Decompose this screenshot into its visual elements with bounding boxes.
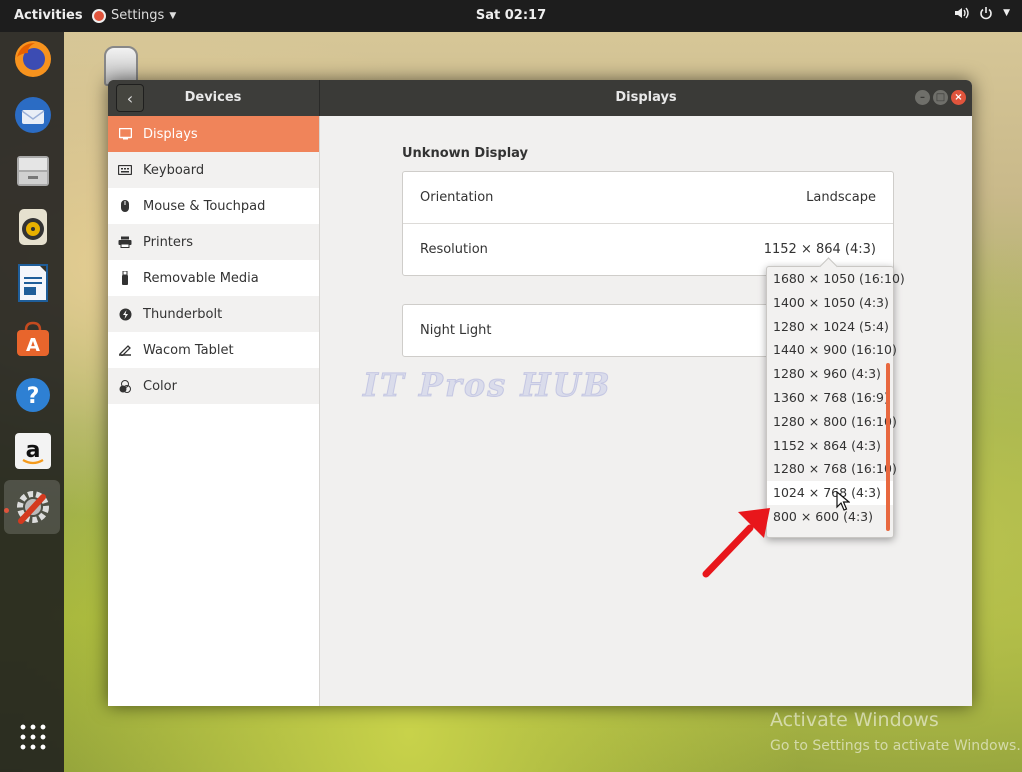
title-bar[interactable]: ‹ Devices Displays – □ × [108, 80, 972, 116]
dock: A ? a [0, 32, 64, 772]
top-bar: Activities Settings ▼ Sat 02:17 ▼ [0, 0, 1022, 32]
minimize-button[interactable]: – [915, 90, 930, 105]
sidebar-title: Devices [184, 90, 242, 105]
resolution-options: 1680 × 1050 (16:10) 1400 × 1050 (4:3) 1280… [767, 267, 905, 529]
resolution-option[interactable]: 800 × 600 (4:3) [767, 505, 893, 529]
sidebar-item-label: Printers [143, 234, 194, 250]
resolution-option[interactable]: 1280 × 1024 (5:4) [767, 315, 893, 339]
writer-icon[interactable] [12, 262, 54, 304]
power-icon [980, 7, 992, 20]
resolution-option[interactable]: 1360 × 768 (16:9) [767, 386, 893, 410]
resolution-dropdown: 1680 × 1050 (16:10) 1400 × 1050 (4:3) 1280… [766, 266, 905, 538]
sidebar-item-label: Wacom Tablet [143, 342, 234, 358]
display-name-heading: Unknown Display [402, 146, 529, 161]
sidebar-item-wacom-tablet[interactable]: Wacom Tablet [108, 332, 319, 368]
sidebar-item-displays[interactable]: Displays [108, 116, 319, 152]
resolution-option[interactable]: 1152 × 864 (4:3) [767, 434, 893, 458]
sidebar-item-thunderbolt[interactable]: Thunderbolt [108, 296, 319, 332]
resolution-option[interactable]: 1280 × 960 (4:3) [767, 362, 893, 386]
annotation-arrow [702, 508, 770, 578]
resolution-value: 1152 × 864 (4:3) [763, 241, 876, 257]
keyboard-icon [118, 164, 132, 176]
rhythmbox-icon[interactable] [12, 206, 54, 248]
sidebar-item-mouse-touchpad[interactable]: Mouse & Touchpad [108, 188, 319, 224]
mouse-icon [118, 200, 132, 212]
sidebar-header: ‹ Devices [108, 80, 320, 116]
resolution-option[interactable]: 1400 × 1050 (4:3) [767, 291, 893, 315]
watermark-text: IT Pros HUB [363, 366, 612, 405]
files-icon[interactable] [12, 150, 54, 192]
running-indicator [4, 508, 9, 513]
activate-windows-title: Activate Windows [770, 709, 939, 731]
svg-text:A: A [26, 335, 40, 356]
system-menu[interactable]: ▼ [954, 6, 1010, 20]
display-settings-frame: Orientation Landscape Resolution 1152 × … [402, 171, 894, 276]
sidebar: Displays Keyboard Mouse & Touchpad Print… [108, 116, 320, 706]
scrollbar[interactable] [886, 363, 890, 531]
window-title: Displays [615, 90, 677, 105]
sidebar-item-removable-media[interactable]: Removable Media [108, 260, 319, 296]
resolution-label: Resolution [420, 241, 488, 257]
mouse-pointer-icon [836, 491, 850, 511]
tablet-icon [118, 344, 132, 356]
settings-icon[interactable] [12, 486, 54, 528]
sidebar-item-label: Removable Media [143, 270, 259, 286]
sidebar-item-label: Thunderbolt [143, 306, 223, 322]
resolution-option[interactable]: 1680 × 1050 (16:10) [767, 267, 905, 291]
svg-text:?: ? [27, 384, 40, 409]
chevron-left-icon: ‹ [126, 88, 134, 108]
chevron-down-icon: ▼ [1003, 8, 1010, 18]
resolution-option[interactable]: 1024 × 768 (4:3) [767, 481, 893, 505]
printer-icon [118, 236, 132, 248]
close-button[interactable]: × [951, 90, 966, 105]
thunderbird-icon[interactable] [12, 94, 54, 136]
help-icon[interactable]: ? [12, 374, 54, 416]
back-button[interactable]: ‹ [116, 84, 144, 112]
thunderbolt-icon [118, 308, 132, 320]
display-icon [118, 128, 132, 140]
firefox-icon[interactable] [12, 38, 54, 80]
resolution-option[interactable]: 1280 × 768 (16:10) [767, 457, 897, 481]
sidebar-item-printers[interactable]: Printers [108, 224, 319, 260]
sidebar-item-label: Mouse & Touchpad [143, 198, 266, 214]
sidebar-item-label: Keyboard [143, 162, 205, 178]
svg-text:a: a [26, 438, 41, 463]
sidebar-item-label: Displays [143, 126, 198, 142]
resolution-option[interactable]: 1280 × 800 (16:10) [767, 410, 897, 434]
volume-icon [955, 7, 969, 19]
sidebar-item-label: Color [143, 378, 177, 394]
clock[interactable]: Sat 02:17 [0, 8, 1022, 23]
sidebar-item-keyboard[interactable]: Keyboard [108, 152, 319, 188]
activate-windows-subtitle: Go to Settings to activate Windows. [770, 738, 1021, 754]
maximize-button[interactable]: □ [933, 90, 948, 105]
orientation-value: Landscape [806, 190, 876, 205]
usb-icon [118, 271, 132, 285]
sidebar-item-color[interactable]: Color [108, 368, 319, 404]
night-light-label: Night Light [420, 323, 492, 338]
orientation-label: Orientation [420, 190, 494, 205]
arrow-shaft [702, 524, 754, 578]
orientation-row[interactable]: Orientation Landscape [403, 172, 893, 223]
color-icon [118, 379, 132, 393]
show-applications-icon[interactable] [18, 722, 48, 752]
resolution-option[interactable]: 1440 × 900 (16:10) [767, 338, 897, 362]
amazon-icon[interactable]: a [12, 430, 54, 472]
software-icon[interactable]: A [12, 318, 54, 360]
